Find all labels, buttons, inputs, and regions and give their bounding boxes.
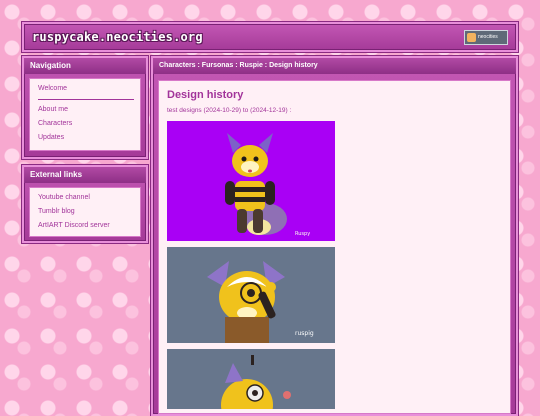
site-header: ruspycake.neocities.org neocities [22,22,518,52]
character-closeup-art: ruspig [207,261,314,343]
page-title: Design history [167,89,244,101]
main-panel: Characters : Fursonas : Ruspie : Design … [151,56,518,416]
content-area: Design history test designs (2024-10-29)… [158,80,511,414]
nav-link-updates[interactable]: Updates [38,134,132,141]
link-tumblr-blog[interactable]: Tumblr blog [38,208,132,215]
artwork-2-signature: ruspig [295,330,314,337]
cat-icon [467,33,476,42]
navigation-heading: Navigation [24,58,146,74]
external-links-heading: External links [24,167,146,183]
navigation-panel: Navigation Welcome About me Characters U… [22,56,148,159]
artwork-3[interactable] [167,349,335,409]
breadcrumb: Characters : Fursonas : Ruspie : Design … [153,58,516,74]
link-discord-server[interactable]: ArtIART Discord server [38,222,132,229]
nav-separator [38,99,134,100]
link-youtube-channel[interactable]: Youtube channel [38,194,132,201]
badge-label: neocities [478,34,498,40]
bee-character-art: Ruspy [225,133,310,237]
external-links-list: Youtube channel Tumblr blog ArtIART Disc… [29,187,141,237]
nav-link-characters[interactable]: Characters [38,120,132,127]
nav-link-welcome[interactable]: Welcome [38,85,132,92]
artwork-1[interactable]: Ruspy [167,121,335,241]
navigation-list: Welcome About me Characters Updates [29,78,141,151]
external-links-panel: External links Youtube channel Tumblr bl… [22,165,148,243]
page-subtitle: test designs (2024-10-29) to (2024-12-19… [167,107,292,114]
site-title[interactable]: ruspycake.neocities.org [32,30,203,44]
artwork-2[interactable]: ruspig [167,247,335,343]
nav-link-about-me[interactable]: About me [38,106,132,113]
neocities-badge[interactable]: neocities [464,30,508,45]
artwork-1-signature: Ruspy [295,231,310,237]
character-art-partial [221,355,291,409]
